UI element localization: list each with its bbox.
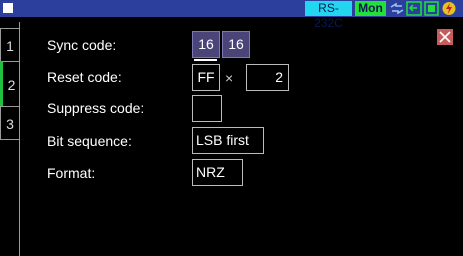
bit-sequence-label: Bit sequence: (47, 133, 132, 149)
close-button[interactable] (437, 29, 453, 45)
suppress-code-label: Suppress code: (47, 100, 145, 116)
panel-divider (19, 22, 20, 256)
bit-sequence-field[interactable]: LSB first (192, 127, 264, 154)
interface-badge: RS-232C (305, 1, 352, 30)
cursor-underline (194, 59, 217, 61)
close-icon (439, 31, 451, 43)
sync-code-field-2[interactable]: 16 (222, 31, 250, 58)
sync-code-field-1[interactable]: 16 (192, 31, 220, 58)
storage-icon (424, 1, 439, 16)
status-bar: RS-232C Mon (0, 0, 463, 30)
power-icon (441, 1, 457, 16)
reset-code-field[interactable]: FF (192, 64, 220, 91)
menu-icon[interactable] (3, 3, 13, 13)
tab-1[interactable]: 1 (0, 28, 20, 62)
transfer-icon (406, 1, 422, 16)
sync-code-label: Sync code: (47, 37, 117, 53)
suppress-code-field[interactable] (192, 95, 222, 122)
multiplier-symbol: × (225, 70, 234, 86)
link-icon (389, 1, 405, 16)
reset-count-field[interactable]: 2 (246, 64, 289, 91)
tab-3[interactable]: 3 (0, 106, 20, 140)
mode-badge: Mon (355, 1, 386, 16)
format-label: Format: (47, 165, 96, 181)
format-field[interactable]: NRZ (192, 159, 243, 186)
reset-code-label: Reset code: (47, 69, 122, 85)
tab-2[interactable]: 2 (0, 61, 20, 107)
